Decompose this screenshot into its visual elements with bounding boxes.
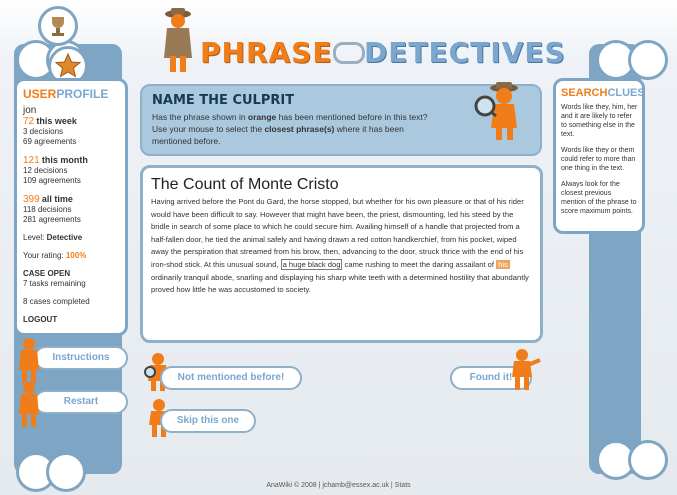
week-decisions: 3 decisions [23, 127, 64, 136]
week-stats: 72 this week [23, 116, 125, 127]
rail-circle [628, 40, 668, 80]
not-mentioned-button[interactable]: Not mentioned before! [160, 366, 302, 390]
profile-heading-user: USER [23, 87, 57, 101]
detective-figure-icon [158, 6, 198, 81]
level-row: Level: Detective [23, 233, 125, 243]
week-label: this week [36, 116, 77, 126]
instr-highlight: orange [247, 112, 277, 122]
clue-text: Always look for the closest previous men… [561, 181, 637, 215]
alltime-stats: 399 all time [23, 194, 125, 205]
rating-value: 100% [65, 251, 87, 260]
text-segment[interactable]: ordinarily tranquil abode, snarling and … [151, 273, 529, 295]
week-agreements: 69 agreements [23, 137, 77, 146]
rating-row: Your rating: 100% [23, 251, 125, 261]
month-stats: 121 this month [23, 155, 125, 166]
instr-text: Has the phrase shown in [152, 112, 248, 122]
alltime-decisions: 118 decisions [23, 205, 72, 214]
logout-link[interactable]: LOGOUT [23, 315, 125, 325]
cases-completed: 8 cases completed [23, 297, 90, 306]
alltime-agreements: 281 agreements [23, 215, 81, 224]
restart-button[interactable]: Restart [34, 390, 128, 414]
rating-label: Your rating: [23, 251, 64, 260]
skip-button[interactable]: Skip this one [160, 409, 256, 433]
clue-text: Words like they, him, her and it are lik… [561, 104, 638, 138]
profile-heading-profile: PROFILE [56, 87, 109, 101]
alltime-count: 399 [23, 194, 40, 205]
page: PHRASE DETECTIVES USERPROFILE jon 72 thi… [0, 0, 677, 495]
magnifier-figure-icon [474, 78, 528, 149]
month-count: 121 [23, 155, 40, 166]
markable-phrase[interactable]: a huge black dog [280, 258, 343, 270]
month-decisions: 12 decisions [23, 166, 68, 175]
clues-heading-search: SEARCH [561, 87, 608, 99]
search-clues-panel: SEARCHCLUES Words like they, him, her an… [553, 78, 645, 234]
instructions-button[interactable]: Instructions [34, 346, 128, 370]
pointing-figure-icon [508, 348, 542, 397]
instr-text: has been mentioned before in this text? [276, 112, 428, 122]
tasks-remaining: 7 tasks remaining [23, 279, 86, 288]
clues-heading-clues: CLUES [607, 87, 645, 99]
week-count: 72 [23, 116, 35, 127]
month-agreements: 109 agreements [23, 176, 81, 185]
chain-link-icon [333, 42, 365, 64]
rail-circle [628, 440, 668, 480]
trophy-icon [38, 6, 78, 46]
level-value: Detective [46, 233, 83, 242]
instr-text: Use your mouse to select the [152, 124, 265, 134]
month-label: this month [41, 155, 88, 165]
instr-highlight: closest phrase(s) [264, 124, 335, 134]
level-label: Level: [23, 233, 45, 242]
user-profile-panel: USERPROFILE jon 72 this week 3 decisions… [14, 78, 128, 336]
footer: AnaWiki © 2008 | jchamb@essex.ac.uk | St… [266, 482, 411, 489]
clue-text: Words like they or them could refer to m… [561, 147, 636, 172]
instr-text: where it has been [334, 124, 404, 134]
case-status: CASE OPEN [23, 269, 71, 278]
clues-heading: SEARCHCLUES [561, 87, 645, 99]
username: jon [23, 105, 37, 116]
document-title: The Count of Monte Cristo [151, 176, 339, 193]
detective-figure-icon [16, 380, 42, 435]
target-phrase[interactable]: his [496, 259, 510, 269]
document-text: Having arrived before the Pont du Gard, … [151, 196, 532, 297]
profile-heading: USERPROFILE [23, 87, 125, 101]
alltime-label: all time [41, 194, 73, 204]
logo-word-phrase: PHRASE [200, 36, 333, 69]
instr-text: mentioned before. [152, 136, 221, 146]
text-segment[interactable]: came rushing to meet the daring assailan… [342, 260, 496, 269]
logo-word-detectives: DETECTIVES [364, 36, 566, 69]
document-panel: The Count of Monte Cristo Having arrived… [140, 165, 543, 343]
